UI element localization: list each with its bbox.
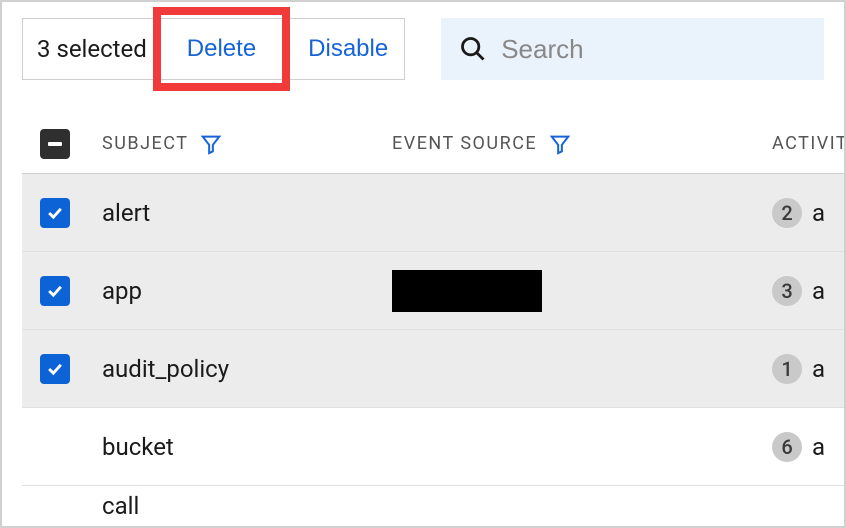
- delete-highlight: Delete: [153, 7, 290, 91]
- table-header: SUBJECT EVENT SOURCE ACTIVITY: [22, 114, 844, 174]
- subject-cell: alert: [102, 199, 150, 227]
- activity-badge: 3: [772, 276, 802, 306]
- search-box[interactable]: [441, 18, 824, 80]
- table-row[interactable]: call: [22, 486, 844, 526]
- table-row[interactable]: app 3 a: [22, 252, 844, 330]
- row-checkbox[interactable]: [40, 354, 70, 384]
- event-cell: [392, 270, 772, 312]
- activity-text: a: [812, 433, 825, 461]
- select-all-checkbox[interactable]: [40, 129, 70, 159]
- table-row[interactable]: alert 2 a: [22, 174, 844, 252]
- table-row[interactable]: bucket 6 a: [22, 408, 844, 486]
- selection-count: 3 selected: [23, 35, 151, 63]
- subject-cell: app: [102, 277, 142, 305]
- filter-icon[interactable]: [549, 133, 571, 155]
- activity-badge: 2: [772, 198, 802, 228]
- search-input[interactable]: [501, 34, 836, 65]
- activity-badge: 6: [772, 432, 802, 462]
- table: SUBJECT EVENT SOURCE ACTIVITY: [2, 96, 844, 526]
- col-event-header[interactable]: EVENT SOURCE: [392, 133, 537, 154]
- table-row[interactable]: audit_policy 1 a: [22, 330, 844, 408]
- row-checkbox[interactable]: [40, 432, 70, 462]
- subject-cell: bucket: [102, 433, 174, 461]
- filter-icon[interactable]: [200, 133, 222, 155]
- redacted-block: [392, 270, 542, 312]
- subject-cell: audit_policy: [102, 355, 229, 383]
- subject-cell: call: [102, 492, 139, 520]
- row-checkbox[interactable]: [40, 198, 70, 228]
- activity-badge: 1: [772, 354, 802, 384]
- activity-text: a: [812, 277, 825, 305]
- delete-button[interactable]: Delete: [171, 21, 272, 77]
- activity-text: a: [812, 199, 825, 227]
- toolbar: 3 selected Delete Disable: [2, 2, 844, 96]
- selection-actions: 3 selected Delete Disable: [22, 18, 405, 80]
- col-subject-header[interactable]: SUBJECT: [102, 133, 188, 154]
- row-checkbox[interactable]: [40, 491, 70, 521]
- activity-text: a: [812, 355, 825, 383]
- disable-button[interactable]: Disable: [292, 21, 404, 77]
- col-activity-header[interactable]: ACTIVITY: [772, 133, 844, 154]
- row-checkbox[interactable]: [40, 276, 70, 306]
- search-icon: [459, 35, 487, 63]
